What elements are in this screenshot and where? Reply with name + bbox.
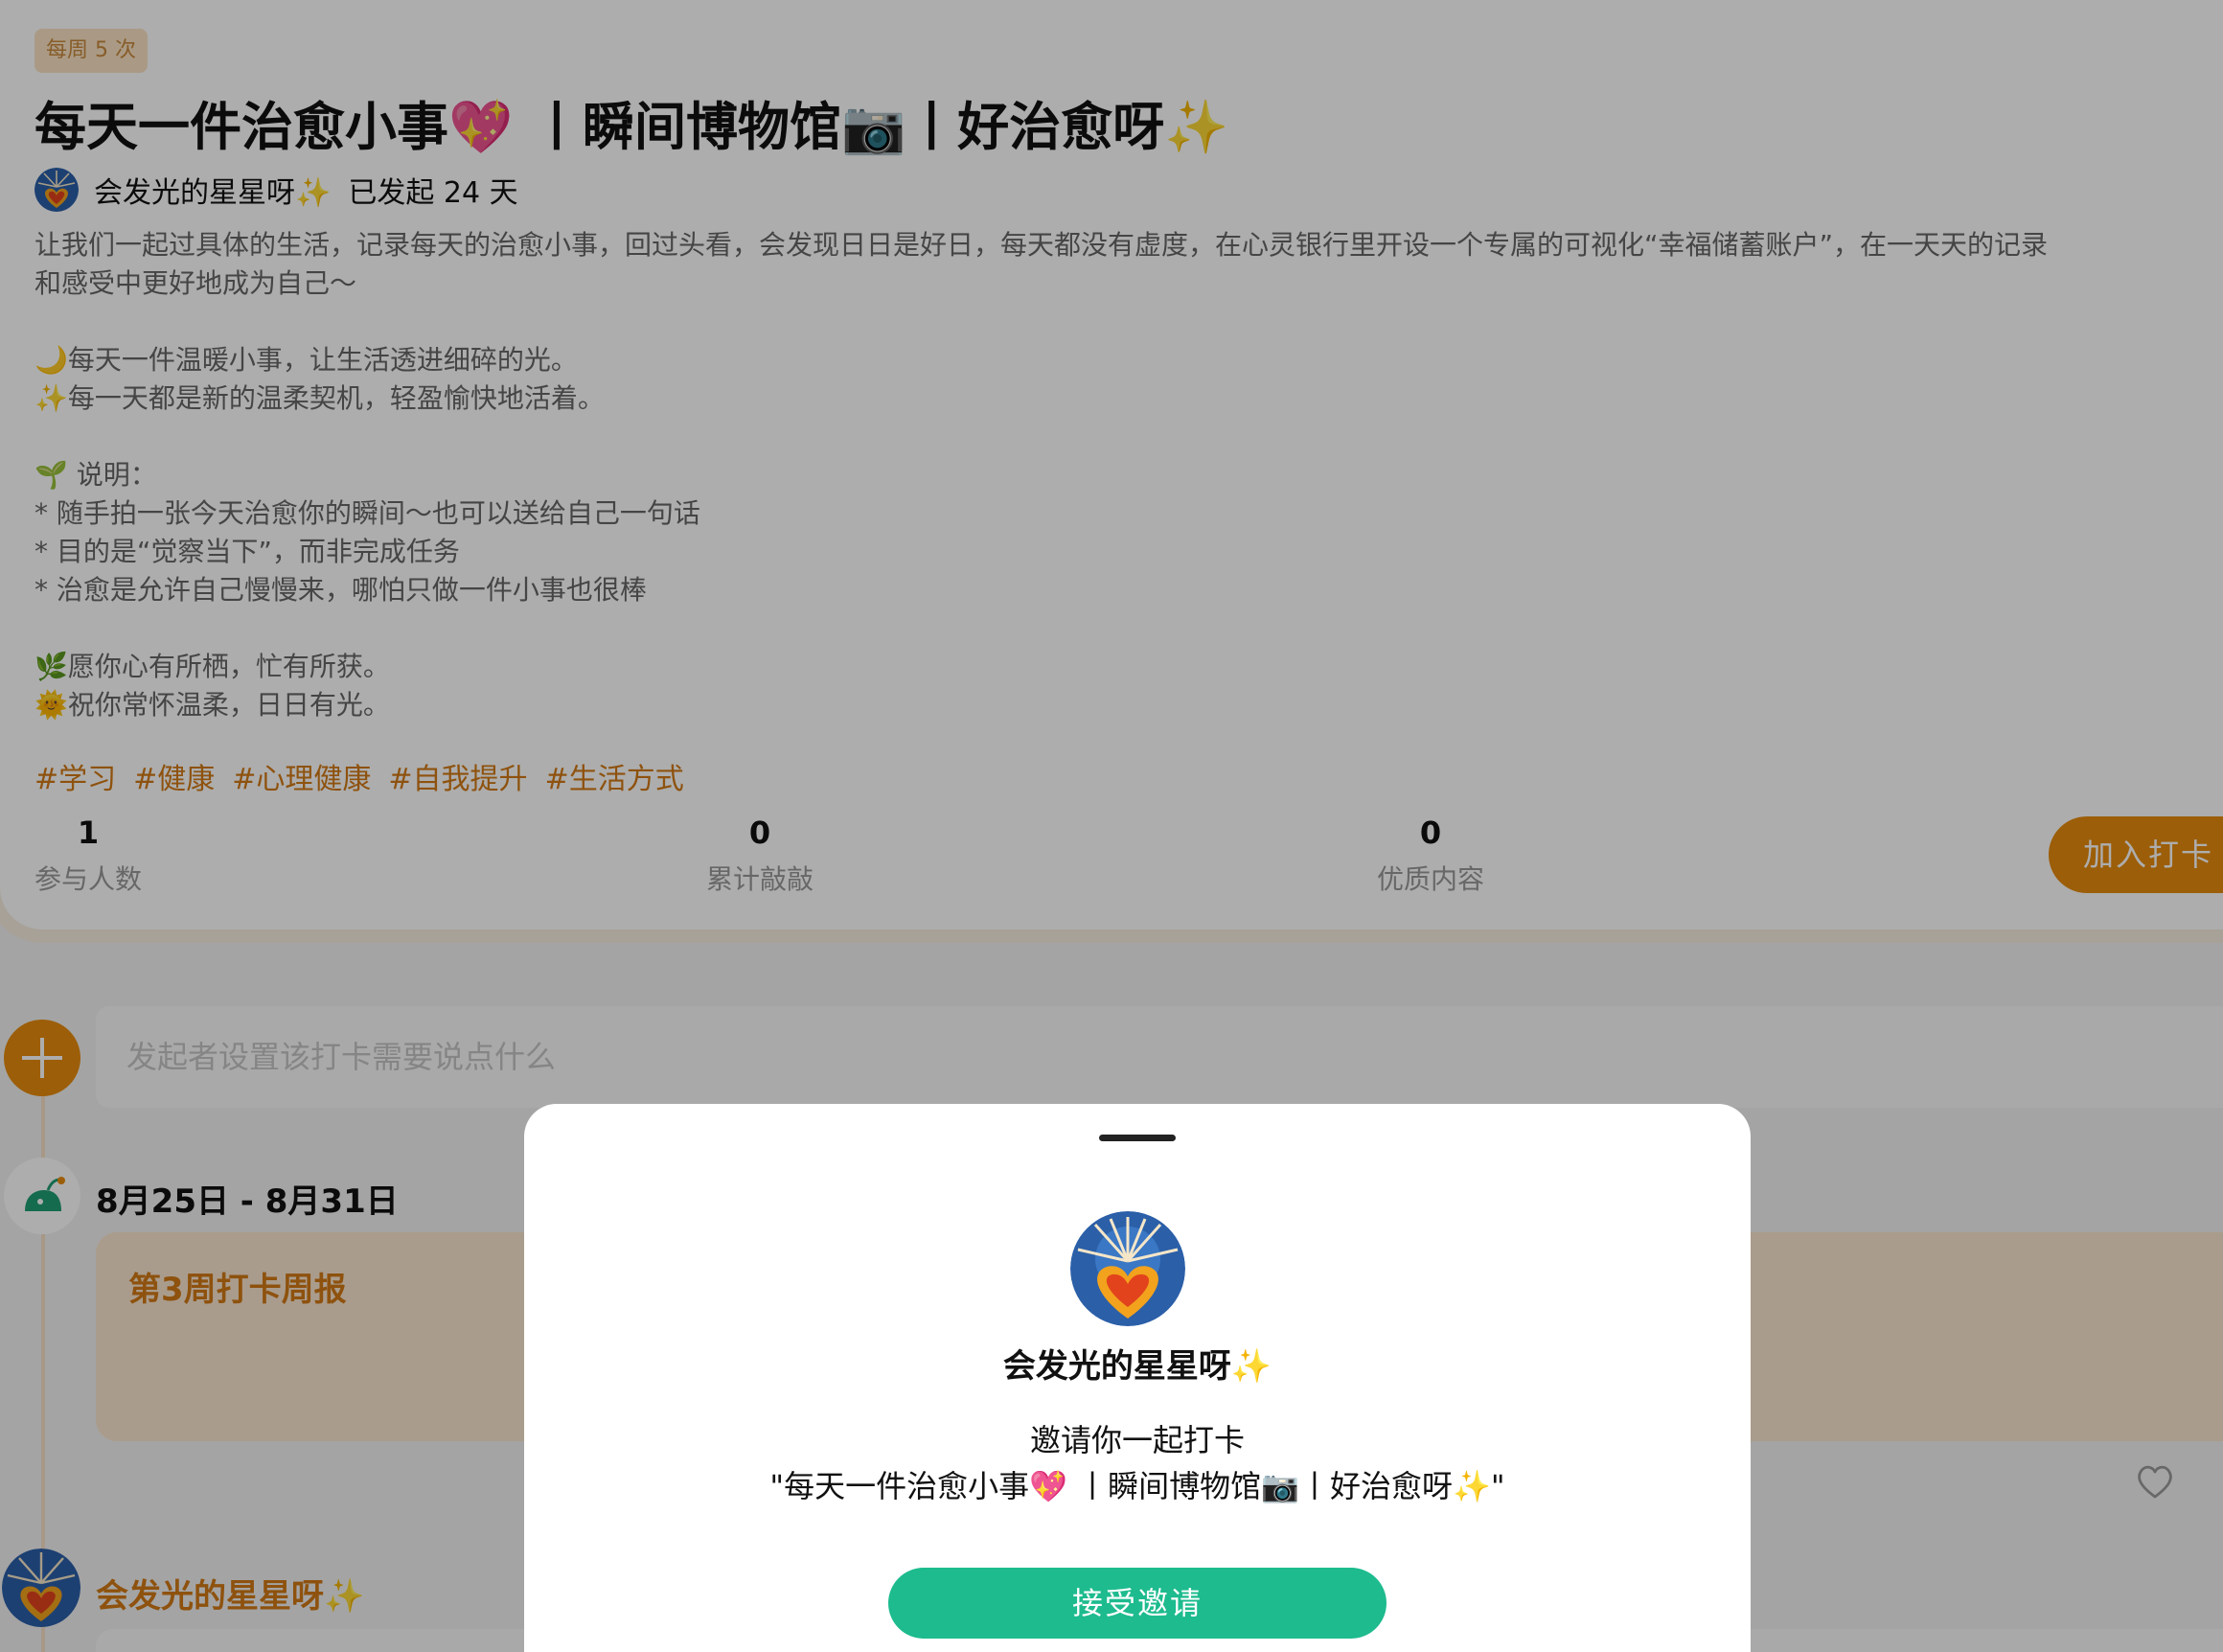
invite-text: 邀请你一起打卡	[1029, 1422, 1245, 1458]
sheet-drag-handle[interactable]	[1099, 1135, 1176, 1141]
inviter-name: 会发光的星星呀✨	[1002, 1347, 1272, 1386]
invited-challenge-title: "每天一件治愈小事💖 丨瞬间博物馆📷丨好治愈呀✨"	[769, 1468, 1505, 1504]
page: 每周 5 次 每天一件治愈小事💖 丨瞬间博物馆📷丨好治愈呀✨ 会发光的星星呀✨ …	[0, 0, 2223, 1652]
invite-sheet: 会发光的星星呀✨ 邀请你一起打卡 "每天一件治愈小事💖 丨瞬间博物馆📷丨好治愈呀…	[524, 1104, 1751, 1652]
inviter-avatar	[1070, 1211, 1185, 1326]
accept-invite-button[interactable]: 接受邀请	[888, 1568, 1387, 1639]
